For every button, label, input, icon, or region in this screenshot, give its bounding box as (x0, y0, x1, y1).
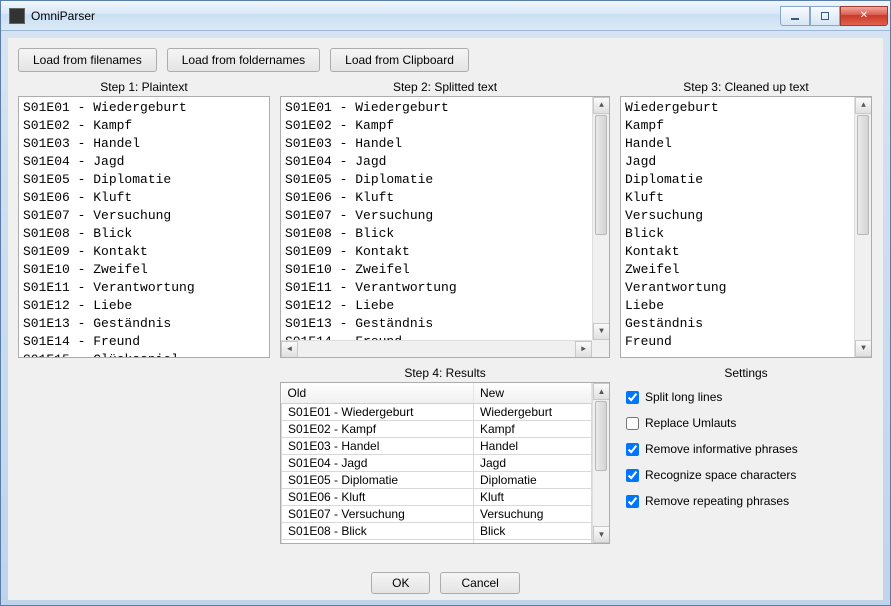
cell-new: Diplomatie (474, 472, 592, 489)
scroll-thumb[interactable] (595, 115, 607, 235)
table-row[interactable]: S01E09 - KontaktKontakt (282, 540, 592, 545)
table-row[interactable]: S01E05 - DiplomatieDiplomatie (282, 472, 592, 489)
splitted-textbox[interactable]: S01E01 - Wiedergeburt S01E02 - Kampf S01… (280, 96, 610, 358)
cell-old: S01E06 - Kluft (282, 489, 474, 506)
remove-repeating-checkbox[interactable]: Remove repeating phrases (626, 494, 866, 508)
step3-label: Step 3: Cleaned up text (620, 80, 872, 94)
table-row[interactable]: S01E04 - JagdJagd (282, 455, 592, 472)
cell-old: S01E09 - Kontakt (282, 540, 474, 545)
cell-old: S01E01 - Wiedergeburt (282, 404, 474, 421)
maximize-icon (821, 12, 829, 20)
table-row[interactable]: S01E02 - KampfKampf (282, 421, 592, 438)
scroll-right-icon[interactable]: ► (575, 341, 592, 358)
settings-panel: Split long lines Replace Umlauts Remove … (620, 382, 872, 544)
scroll-down-icon[interactable]: ▼ (593, 323, 610, 340)
cleaned-vscroll[interactable]: ▲ ▼ (854, 97, 871, 357)
scroll-down-icon[interactable]: ▼ (855, 340, 872, 357)
step2-label: Step 2: Splitted text (280, 80, 610, 94)
recognize-space-checkbox[interactable]: Recognize space characters (626, 468, 866, 482)
results-col-new[interactable]: New (474, 383, 592, 404)
titlebar: OmniParser ✕ (1, 1, 890, 31)
load-foldernames-button[interactable]: Load from foldernames (167, 48, 320, 72)
step1-label: Step 1: Plaintext (18, 80, 270, 94)
remove-informative-checkbox[interactable]: Remove informative phrases (626, 442, 866, 456)
close-button[interactable]: ✕ (840, 6, 888, 26)
cell-old: S01E03 - Handel (282, 438, 474, 455)
scroll-left-icon[interactable]: ◄ (281, 341, 298, 358)
splitted-hscroll[interactable]: ◄ ► (281, 340, 592, 357)
scroll-up-icon[interactable]: ▲ (593, 97, 610, 114)
results-vscroll[interactable]: ▲ ▼ (592, 383, 609, 543)
cell-new: Kontakt (474, 540, 592, 545)
content-area: Load from filenames Load from foldername… (8, 38, 883, 600)
scroll-up-icon[interactable]: ▲ (593, 383, 610, 400)
results-table[interactable]: Old New S01E01 - WiedergeburtWiedergebur… (281, 383, 592, 544)
cell-new: Versuchung (474, 506, 592, 523)
scroll-down-icon[interactable]: ▼ (593, 526, 610, 543)
plaintext-textbox[interactable]: S01E01 - Wiedergeburt S01E02 - Kampf S01… (18, 96, 270, 358)
minimize-button[interactable] (780, 6, 810, 26)
cell-old: S01E02 - Kampf (282, 421, 474, 438)
table-row[interactable]: S01E07 - VersuchungVersuchung (282, 506, 592, 523)
cancel-button[interactable]: Cancel (440, 572, 519, 594)
scroll-up-icon[interactable]: ▲ (855, 97, 872, 114)
settings-label: Settings (620, 366, 872, 380)
table-row[interactable]: S01E03 - HandelHandel (282, 438, 592, 455)
minimize-icon (791, 18, 799, 20)
table-row[interactable]: S01E08 - BlickBlick (282, 523, 592, 540)
scroll-thumb[interactable] (595, 401, 607, 471)
replace-umlauts-checkbox[interactable]: Replace Umlauts (626, 416, 866, 430)
table-row[interactable]: S01E01 - WiedergeburtWiedergeburt (282, 404, 592, 421)
scroll-corner (592, 340, 609, 357)
close-icon: ✕ (860, 10, 868, 21)
cell-old: S01E05 - Diplomatie (282, 472, 474, 489)
cell-new: Kampf (474, 421, 592, 438)
cell-old: S01E07 - Versuchung (282, 506, 474, 523)
split-long-lines-checkbox[interactable]: Split long lines (626, 390, 866, 404)
cell-new: Wiedergeburt (474, 404, 592, 421)
cell-old: S01E08 - Blick (282, 523, 474, 540)
table-row[interactable]: S01E06 - KluftKluft (282, 489, 592, 506)
splitted-vscroll[interactable]: ▲ ▼ (592, 97, 609, 340)
load-clipboard-button[interactable]: Load from Clipboard (330, 48, 469, 72)
cleaned-textbox[interactable]: Wiedergeburt Kampf Handel Jagd Diplomati… (620, 96, 872, 358)
scroll-thumb[interactable] (857, 115, 869, 235)
window-title: OmniParser (31, 9, 95, 23)
cell-new: Jagd (474, 455, 592, 472)
maximize-button[interactable] (810, 6, 840, 26)
cell-new: Handel (474, 438, 592, 455)
results-col-old[interactable]: Old (282, 383, 474, 404)
results-table-wrap: Old New S01E01 - WiedergeburtWiedergebur… (280, 382, 610, 544)
ok-button[interactable]: OK (371, 572, 430, 594)
app-icon (9, 8, 25, 24)
cell-new: Kluft (474, 489, 592, 506)
cell-old: S01E04 - Jagd (282, 455, 474, 472)
load-filenames-button[interactable]: Load from filenames (18, 48, 157, 72)
cell-new: Blick (474, 523, 592, 540)
step4-label: Step 4: Results (280, 366, 610, 380)
